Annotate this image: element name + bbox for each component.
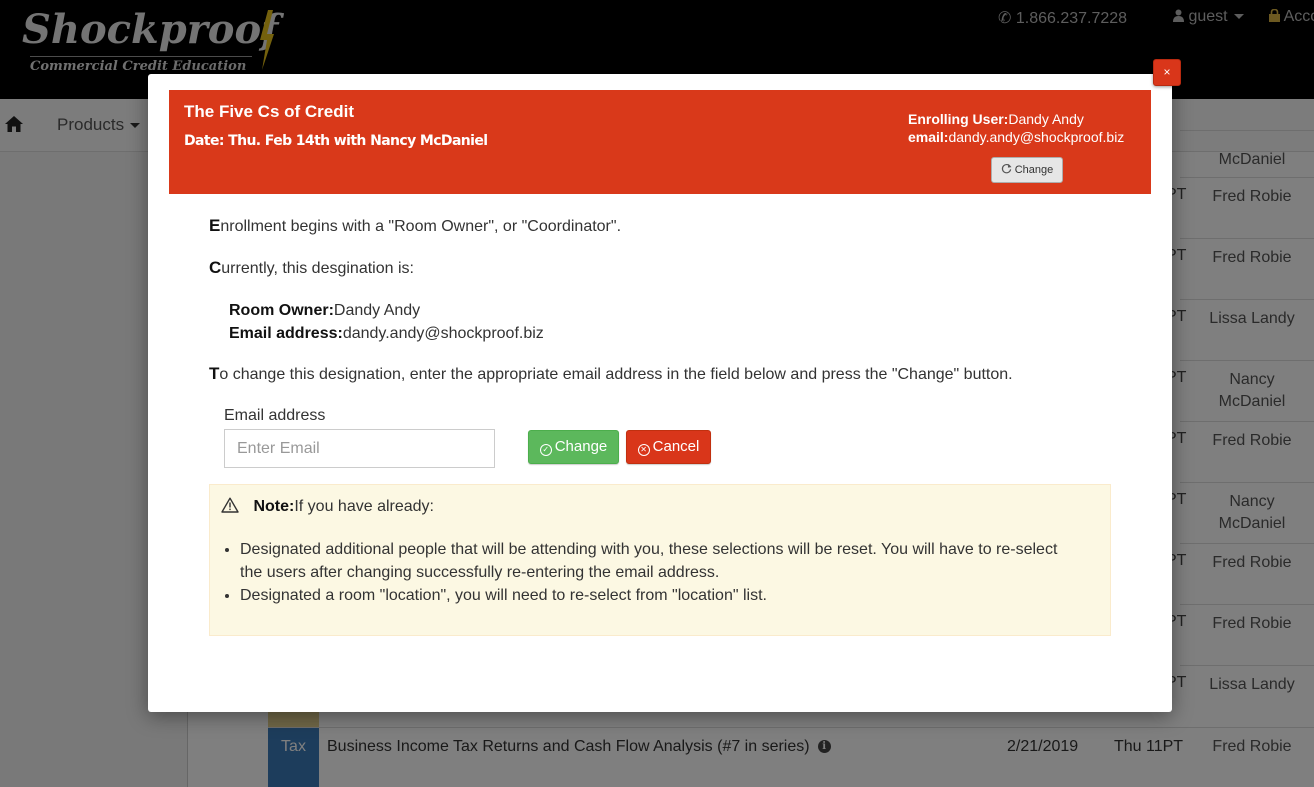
- change-button-label: Change: [554, 438, 608, 455]
- close-icon: ×: [1163, 65, 1171, 79]
- cancel-button[interactable]: ✕ Cancel: [626, 430, 711, 464]
- room-owner-modal: The Five Cs of Credit Date: Thu. Feb 14t…: [148, 74, 1172, 712]
- enrolling-user-email: dandy.andy@shockproof.biz: [948, 129, 1125, 145]
- note-list: Designated additional people that will b…: [240, 538, 1080, 607]
- current-text: urrently, this desgination is:: [221, 260, 414, 277]
- close-modal-button[interactable]: ×: [1153, 59, 1181, 86]
- check-circle-icon: ✓: [539, 444, 552, 456]
- instructions-initial: T: [209, 364, 220, 383]
- room-owner-email-label: Email address:: [229, 325, 343, 342]
- room-owner-name: Dandy Andy: [333, 302, 421, 319]
- change-user-button[interactable]: Change: [991, 157, 1063, 183]
- change-button[interactable]: ✓ Change: [528, 430, 619, 464]
- times-circle-icon: ✕: [637, 444, 650, 456]
- enrolling-user-name: Dandy Andy: [1008, 111, 1084, 127]
- modal-header: The Five Cs of Credit Date: Thu. Feb 14t…: [169, 90, 1151, 194]
- intro-paragraph: Enrollment begins with a "Room Owner", o…: [209, 216, 621, 236]
- room-owner-label: Room Owner:: [229, 302, 334, 319]
- instructions-paragraph: To change this designation, enter the ap…: [209, 364, 1013, 384]
- list-item: Designated a room "location", you will n…: [240, 584, 1080, 607]
- note-label: Note:: [253, 498, 295, 515]
- warning-icon: [221, 497, 239, 513]
- enrolling-user-info: Enrolling User:Dandy Andy email:dandy.an…: [908, 110, 1124, 146]
- intro-text: nrollment begins with a "Room Owner", or…: [220, 218, 622, 235]
- note-intro: If you have already:: [294, 498, 434, 515]
- change-user-label: Change: [1014, 164, 1054, 176]
- warning-note: Note:If you have already: Designated add…: [209, 484, 1111, 636]
- instructions-text: o change this designation, enter the app…: [219, 366, 1013, 383]
- refresh-icon: [1001, 163, 1012, 174]
- cancel-button-label: Cancel: [652, 438, 700, 455]
- room-owner-details: Room Owner:Dandy Andy Email address:dand…: [229, 299, 544, 345]
- current-initial: C: [209, 258, 222, 277]
- email-field[interactable]: [224, 429, 495, 468]
- enrolling-user-label: Enrolling User:: [908, 111, 1009, 127]
- room-owner-email: dandy.andy@shockproof.biz: [342, 325, 544, 342]
- list-item: Designated additional people that will b…: [240, 538, 1080, 584]
- current-designation-paragraph: Currently, this desgination is:: [209, 258, 414, 278]
- modal-course-date: Date: Thu. Feb 14th with Nancy McDaniel: [184, 133, 488, 149]
- note-heading: Note:If you have already:: [221, 497, 434, 516]
- modal-course-title: The Five Cs of Credit: [184, 102, 355, 121]
- email-field-label: Email address: [224, 407, 326, 424]
- intro-initial: E: [209, 216, 221, 235]
- enrolling-email-label: email:: [908, 129, 949, 145]
